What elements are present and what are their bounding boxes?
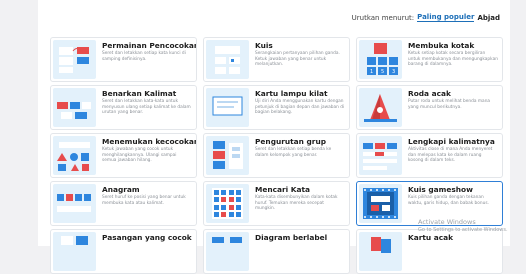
template-description: Aktivitas close di mana Anda menyeret da… <box>408 147 493 164</box>
find-match-icon <box>57 142 90 171</box>
sort-option-popular[interactable]: Paling populer <box>417 13 475 22</box>
anagram-icon <box>57 194 91 212</box>
match-up-thumbnail <box>53 40 96 79</box>
matching-pairs-thumbnail <box>53 232 96 271</box>
template-title: Menemukan kecocokan <box>102 137 197 146</box>
sort-option-alphabetical[interactable]: Abjad <box>477 14 500 22</box>
template-description: Kata-kata disembunyikan dalam kotak huru… <box>255 195 338 212</box>
flash-cards-thumbnail <box>206 88 249 127</box>
template-title: Permainan Pencocokan <box>102 41 197 50</box>
template-description: Putar roda untuk melihat benda mana yang… <box>408 99 491 110</box>
template-card-find-the-match[interactable]: Menemukan kecocokan Ketuk jawaban yang c… <box>50 133 197 178</box>
wordsearch-thumbnail <box>206 184 249 223</box>
watermark-subtitle: Go to Settings to activate Windows. <box>418 227 508 233</box>
svg-text:1: 1 <box>370 69 373 75</box>
template-title: Kuis gameshow <box>408 185 473 194</box>
template-title: Lengkapi kalimatnya <box>408 137 495 146</box>
template-description: Ketuk jawaban yang cocok untuk menghilan… <box>102 147 177 164</box>
template-card-unjumble[interactable]: Benarkan Kalimat Seret dan letakkan kata… <box>50 85 197 130</box>
random-wheel-icon <box>364 94 397 122</box>
unjumble-icon <box>57 102 91 119</box>
unjumble-thumbnail <box>53 88 96 127</box>
template-title: Pasangan yang cocok <box>102 233 192 242</box>
group-sort-thumbnail <box>206 136 249 175</box>
template-title: Pengurutan grup <box>255 137 326 146</box>
wordsearch-icon <box>212 188 243 219</box>
group-sort-icon <box>213 141 243 169</box>
template-description: Seret dan letakkan kata-kata untuk menyu… <box>102 99 191 116</box>
template-card-labelled-diagram[interactable]: Diagram berlabel <box>203 229 350 274</box>
random-cards-icon <box>371 237 391 253</box>
random-cards-thumbnail <box>359 232 402 271</box>
template-title: Benarkan Kalimat <box>102 89 177 98</box>
gameshow-quiz-thumbnail <box>359 184 402 223</box>
flash-cards-icon <box>212 96 243 116</box>
template-card-random-cards[interactable]: Kartu acak <box>356 229 503 274</box>
random-wheel-thumbnail <box>359 88 402 127</box>
template-card-quiz[interactable]: Kuis Serangkaian pertanyaan pilihan gand… <box>203 37 350 82</box>
template-title: Mencari Kata <box>255 185 310 194</box>
template-card-open-box[interactable]: 1 5 3 Membuka kotak Ketuk setiap kotak s… <box>356 37 503 82</box>
template-title: Kartu acak <box>408 233 453 242</box>
activate-windows-watermark: Activate Windows Go to Settings to activ… <box>418 218 508 234</box>
template-title: Membuka kotak <box>408 41 475 50</box>
template-title: Roda acak <box>408 89 451 98</box>
template-title: Kuis <box>255 41 273 50</box>
template-description: Uji diri Anda menggunakan kartu dengan p… <box>255 99 345 116</box>
template-description: Serangkaian pertanyaan pilihan ganda. Ke… <box>255 51 340 68</box>
complete-sentence-icon <box>363 143 397 170</box>
template-title: Kartu lampu kilat <box>255 89 328 98</box>
watermark-title: Activate Windows <box>418 218 476 226</box>
anagram-thumbnail <box>53 184 96 223</box>
quiz-icon <box>215 46 240 74</box>
template-description: Ketuk setiap kotak secara bergiliran unt… <box>408 51 498 68</box>
template-title: Anagram <box>102 185 140 194</box>
open-box-icon: 1 5 3 <box>367 43 398 75</box>
template-card-complete-sentence[interactable]: Lengkapi kalimatnya Aktivitas close di m… <box>356 133 503 178</box>
svg-text:5: 5 <box>381 69 384 75</box>
template-card-matching-pairs[interactable]: Pasangan yang cocok <box>50 229 197 274</box>
matching-pairs-grid-icon <box>61 236 88 245</box>
template-card-random-wheel[interactable]: Roda acak Putar roda untuk melihat benda… <box>356 85 503 130</box>
sort-label: Urutkan menurut: <box>351 13 415 22</box>
template-card-match-up[interactable]: Permainan Pencocokan Seret dan letakkan … <box>50 37 197 82</box>
template-title: Diagram berlabel <box>255 233 328 242</box>
matching-pairs-icon <box>59 47 89 73</box>
template-card-flash-cards[interactable]: Kartu lampu kilat Uji diri Anda mengguna… <box>203 85 350 130</box>
template-card-anagram[interactable]: Anagram Seret huruf ke posisi yang benar… <box>50 181 197 226</box>
template-card-group-sort[interactable]: Pengurutan grup Seret dan letakkan setia… <box>203 133 350 178</box>
find-match-thumbnail <box>53 136 96 175</box>
gameshow-quiz-icon <box>363 188 398 219</box>
template-card-wordsearch[interactable]: Mencari Kata Kata-kata disembunyikan dal… <box>203 181 350 226</box>
svg-text:3: 3 <box>392 69 395 75</box>
open-box-thumbnail: 1 5 3 <box>359 40 402 79</box>
template-description: Seret dan letakkan setiap benda ke dalam… <box>255 147 332 158</box>
labelled-diagram-icon <box>212 237 242 243</box>
labelled-diagram-thumbnail <box>206 232 249 271</box>
sort-bar: Urutkan menurut: Paling populer Abjad <box>352 13 500 22</box>
template-description: Seret dan letakkan setiap kata kunci di … <box>102 51 186 62</box>
template-description: Kuis pilihan ganda dengan tekanan waktu,… <box>408 195 489 206</box>
complete-sentence-thumbnail <box>359 136 402 175</box>
template-description: Seret huruf ke posisi yang benar untuk m… <box>102 195 186 206</box>
quiz-thumbnail <box>206 40 249 79</box>
template-panel: Urutkan menurut: Paling populer Abjad Pe… <box>38 0 510 274</box>
